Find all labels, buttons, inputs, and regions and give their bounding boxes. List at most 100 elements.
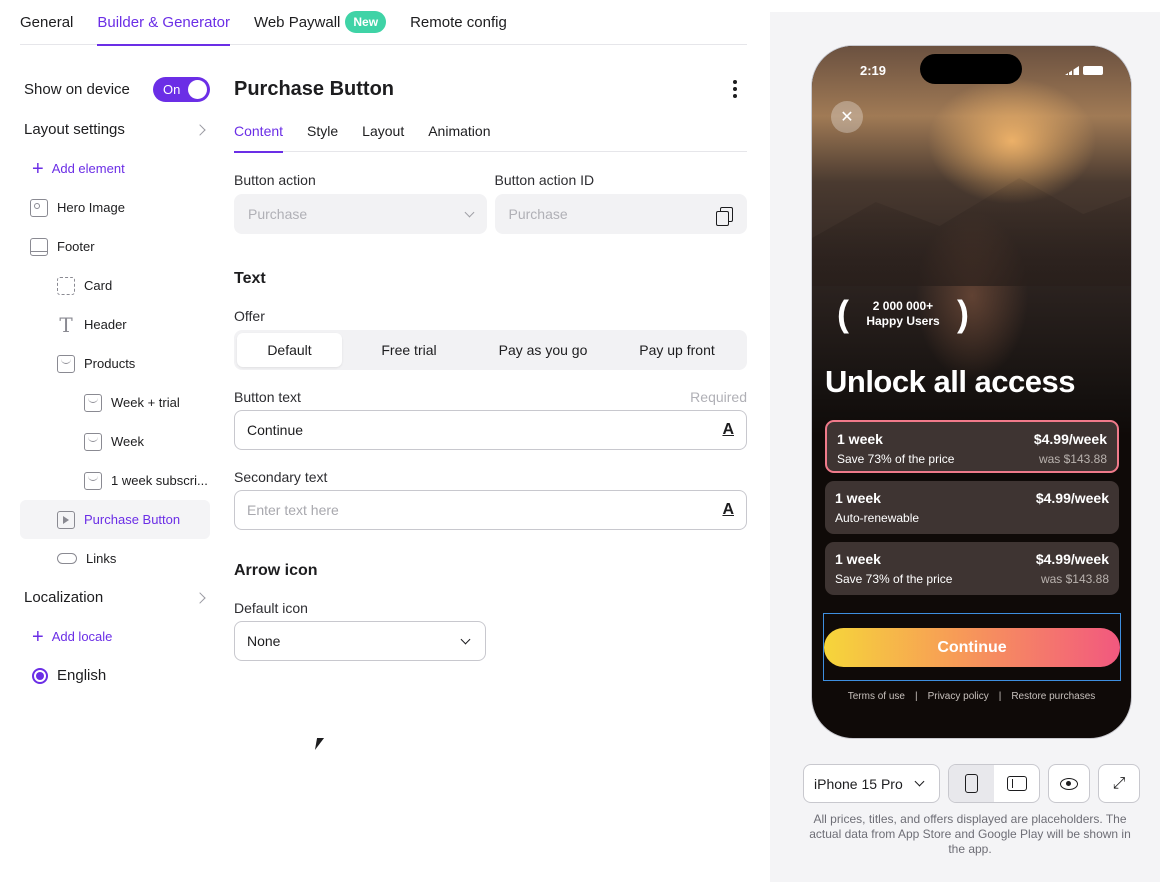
tab-builder-generator[interactable]: Builder & Generator: [97, 0, 230, 46]
fullscreen-button[interactable]: ⤢: [1098, 764, 1140, 803]
tab-general[interactable]: General: [20, 0, 73, 45]
sidebar: Show on device On Layout settings + Add …: [20, 68, 210, 695]
tree-item-header[interactable]: T Header: [20, 305, 210, 344]
tree-item-hero-image[interactable]: Hero Image: [20, 188, 210, 227]
device-select[interactable]: iPhone 15 Pro: [803, 764, 940, 803]
toggle-knob: [188, 79, 207, 99]
chevron-right-icon: [194, 591, 206, 604]
localization[interactable]: Localization: [20, 578, 210, 617]
terms-link[interactable]: Terms of use: [848, 691, 905, 702]
footer-icon: [30, 237, 48, 256]
privacy-link[interactable]: Privacy policy: [928, 691, 989, 702]
tree-item-1-week-subscription[interactable]: 1 week subscri...: [20, 461, 210, 500]
arrow-icon-section-title: Arrow icon: [234, 562, 318, 579]
tablet-icon: [1006, 776, 1027, 791]
plan-price: $4.99/week: [1035, 490, 1109, 506]
copy-icon[interactable]: [716, 206, 733, 226]
tab-web-paywall[interactable]: Web Paywall New: [254, 0, 387, 45]
panel-header: Purchase Button: [234, 68, 747, 110]
plus-icon: +: [32, 625, 44, 648]
secondary-text-input[interactable]: Enter text here A: [234, 490, 747, 530]
secondary-text-label: Secondary text: [234, 469, 328, 485]
orientation-toggle: [948, 764, 1040, 803]
layout-settings[interactable]: Layout settings: [20, 110, 210, 149]
plan-title: 1 week: [835, 551, 881, 567]
button-action-label: Button action: [234, 172, 316, 188]
offer-default[interactable]: Default: [237, 333, 342, 367]
plus-icon: +: [32, 157, 44, 180]
tree-item-products[interactable]: Products: [20, 344, 210, 383]
add-locale-button[interactable]: + Add locale: [20, 617, 210, 656]
more-options-icon[interactable]: [733, 80, 747, 98]
button-text-input[interactable]: Continue A: [234, 410, 747, 450]
text-section-title: Text: [234, 270, 266, 287]
default-icon-label: Default icon: [234, 600, 308, 616]
tab-animation[interactable]: Animation: [428, 110, 490, 152]
add-element-button[interactable]: + Add element: [20, 149, 210, 188]
tab-remote-config[interactable]: Remote config: [410, 0, 507, 45]
footer-links: Terms of use | Privacy policy | Restore …: [847, 691, 1096, 702]
locale-english[interactable]: English: [20, 656, 210, 695]
plan-subtitle: Auto-renewable: [835, 511, 920, 525]
offer-segmented-control: Default Free trial Pay as you go Pay up …: [234, 330, 747, 370]
button-action-value: Purchase: [248, 206, 308, 222]
tree-item-card[interactable]: Card: [20, 266, 210, 305]
text-style-icon[interactable]: A: [722, 421, 734, 439]
locale-label: English: [57, 667, 107, 684]
button-action-id-field: Purchase: [494, 194, 747, 234]
offer-pay-up-front[interactable]: Pay up front: [610, 333, 744, 367]
tree-item-links[interactable]: Links: [20, 539, 210, 578]
tree-item-label: Week: [111, 434, 144, 449]
show-on-device-row: Show on device On: [20, 68, 210, 110]
tree-item-label: Hero Image: [57, 200, 125, 215]
tab-content[interactable]: Content: [234, 110, 284, 153]
plan-card[interactable]: 1 week $4.99/week Save 73% of the price wa…: [825, 542, 1119, 595]
plan-card[interactable]: 1 week $4.99/week Auto-renewable: [825, 481, 1119, 534]
default-icon-select[interactable]: None: [234, 621, 486, 661]
plan-subtitle: Save 73% of the price: [837, 452, 955, 466]
tree-item-week[interactable]: Week: [20, 422, 210, 461]
text-style-icon[interactable]: A: [722, 501, 734, 519]
continue-button[interactable]: Continue: [824, 628, 1120, 667]
panel-title: Purchase Button: [234, 77, 395, 100]
restore-link[interactable]: Restore purchases: [1011, 691, 1095, 702]
plan-card[interactable]: 1 week $4.99/week Save 73% of the price wa…: [825, 420, 1119, 473]
product-icon: [84, 471, 102, 490]
tab-layout[interactable]: Layout: [362, 110, 404, 152]
tablet-button[interactable]: [994, 765, 1039, 802]
show-on-device-toggle[interactable]: On: [153, 76, 210, 102]
phone-frame: 2:19 ✕ ( 2 000 000+ Happy Users ) Unlock…: [811, 45, 1132, 739]
add-element-label: Add element: [51, 161, 125, 176]
panel-tabs: Content Style Layout Animation: [234, 110, 747, 153]
offer-pay-as-you-go[interactable]: Pay as you go: [476, 333, 610, 367]
text-icon: T: [59, 312, 73, 337]
button-action-id-value: Purchase: [508, 206, 568, 222]
device-toolbar: iPhone 15 Pro ⤢: [803, 764, 1140, 803]
secondary-text-label-row: Secondary text: [234, 469, 747, 485]
tree-item-label: 1 week subscri...: [111, 473, 208, 488]
link-icon: [57, 553, 77, 564]
button-text-value: Continue: [247, 422, 304, 438]
button-text-label: Button text: [234, 389, 301, 405]
status-time: 2:19: [860, 63, 887, 78]
plan-title: 1 week: [835, 490, 881, 506]
button-text-label-row: Button text Required: [234, 389, 747, 405]
tree-item-week-trial[interactable]: Week + trial: [20, 383, 210, 422]
button-action-select: Purchase: [234, 194, 487, 234]
tree-item-footer[interactable]: Footer: [20, 227, 210, 266]
properties-panel: Purchase Button Content Style Layout Ani…: [234, 68, 747, 661]
tab-label: Remote config: [410, 13, 507, 31]
preview-button[interactable]: [1048, 764, 1090, 803]
tree-item-label: Header: [84, 317, 127, 332]
tree-item-label: Products: [84, 356, 136, 371]
portrait-button[interactable]: [949, 765, 994, 802]
close-button[interactable]: ✕: [831, 101, 863, 133]
chevron-down-icon: [460, 634, 471, 644]
offer-free-trial[interactable]: Free trial: [342, 333, 476, 367]
radio-selected-icon: [32, 667, 48, 684]
expand-icon: ⤢: [1112, 774, 1126, 792]
tree-item-purchase-button[interactable]: Purchase Button: [20, 500, 210, 539]
toggle-label: On: [163, 81, 181, 97]
tab-style[interactable]: Style: [307, 110, 338, 152]
new-badge: New: [345, 11, 387, 33]
